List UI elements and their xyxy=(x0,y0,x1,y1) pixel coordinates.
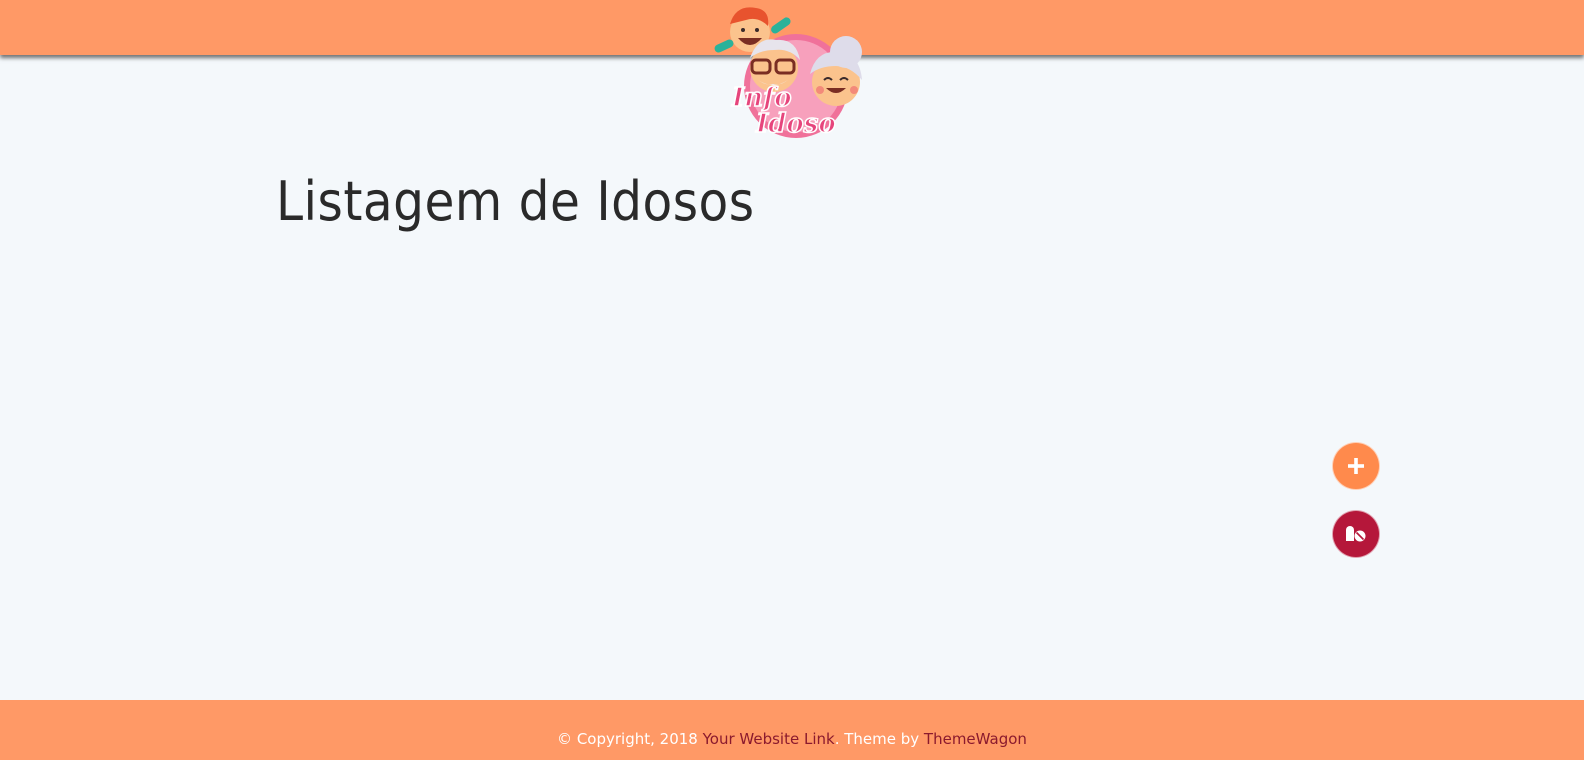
medication-button[interactable] xyxy=(1332,510,1380,558)
plus-icon xyxy=(1348,458,1364,474)
info-idoso-logo[interactable]: Info Idoso xyxy=(710,2,874,144)
page-title: Listagem de Idosos xyxy=(276,170,755,233)
website-link[interactable]: Your Website Link xyxy=(703,730,835,748)
theme-by-text: . Theme by xyxy=(834,730,920,748)
logo-text-line2: Idoso xyxy=(755,109,836,139)
add-button[interactable] xyxy=(1332,442,1380,490)
page: Info Idoso Listagem de Idosos © Copyrigh… xyxy=(0,0,1584,760)
copyright-text: © Copyright, 2018 xyxy=(557,730,698,748)
themewagon-link[interactable]: ThemeWagon xyxy=(924,730,1027,748)
pills-icon xyxy=(1346,526,1366,542)
footer: © Copyright, 2018 Your Website Link. The… xyxy=(0,700,1584,760)
logo-icon: Info Idoso xyxy=(714,7,862,140)
footer-text: © Copyright, 2018 Your Website Link. The… xyxy=(0,730,1584,748)
